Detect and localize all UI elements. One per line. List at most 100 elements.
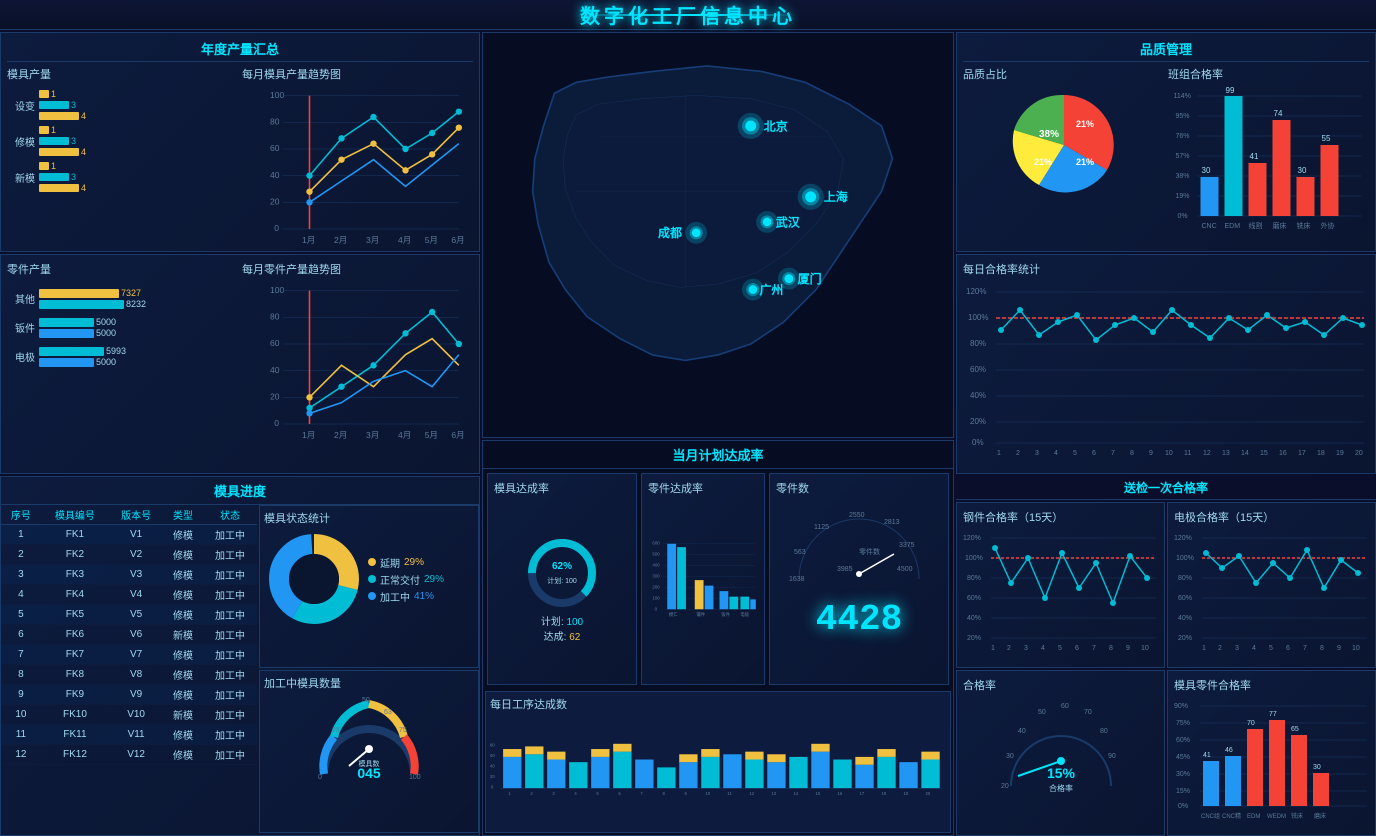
svg-text:100%: 100% [965,555,983,562]
svg-text:8: 8 [1130,450,1134,457]
svg-text:30%: 30% [1176,771,1190,778]
svg-text:10: 10 [1352,645,1360,652]
td-status: 加工中 [203,545,257,565]
svg-text:7: 7 [640,791,643,796]
td-seq: 1 [1,525,41,545]
mold-table: 序号 模具编号 版本号 类型 状态 1 FK1 V1 修模 加工中 [1,505,257,765]
part-rate-card: 零件达成率 600 500 400 300 200 100 0 [641,473,765,685]
svg-text:40%: 40% [1178,615,1192,622]
th-ver: 版本号 [109,505,163,525]
svg-text:5: 5 [1058,645,1062,652]
svg-text:12: 12 [749,791,754,796]
svg-text:零件数: 零件数 [859,547,880,556]
svg-text:5: 5 [596,791,599,796]
svg-text:21%: 21% [1034,157,1052,167]
svg-text:63: 63 [384,709,392,716]
annual-summary-title: 年度产量汇总 [7,39,473,62]
svg-text:电极: 电极 [740,611,749,618]
td-id: FK12 [41,745,109,765]
td-type: 修模 [163,685,203,705]
svg-text:9: 9 [1126,645,1130,652]
completion-grid: 模具达成率 62% 计划: 100 计划: 100 达成: 62 [483,469,953,689]
th-seq: 序号 [1,505,41,525]
mold-bar-row-3: 新模 1 3 [7,161,238,193]
mold-state-chart: 模具状态统计 [259,505,479,668]
steel-rate-card: 钢件合格率（15天） 120% 100% 80% 60% 40% 20% [956,502,1165,668]
svg-text:120%: 120% [1174,535,1192,542]
part-rate-svg: 600 500 400 300 200 100 0 [648,499,758,664]
overall-rate-title: 合格率 [963,677,1158,693]
td-id: FK4 [41,585,109,605]
wip-label: 加工中 [380,589,410,604]
svg-text:30: 30 [1202,166,1211,175]
part-trend-svg: 100 80 60 40 20 0 [242,280,473,440]
table-row: 4 FK4 V4 修模 加工中 [1,585,257,605]
svg-text:0: 0 [274,418,279,428]
mold-trend-svg: 100 80 60 40 20 0 [242,85,473,245]
svg-text:3: 3 [552,791,555,796]
wip-gauge-card: 加工中模具数量 [259,670,479,833]
svg-text:20: 20 [926,791,931,796]
svg-text:100: 100 [652,595,660,600]
svg-text:65: 65 [1291,726,1299,733]
svg-text:6: 6 [1286,645,1290,652]
svg-text:57%: 57% [1176,153,1190,160]
map-section: 北京 上海 武汉 成都 [482,32,954,438]
svg-text:60: 60 [270,338,280,348]
mold-qty-section: 模具产量 设变 1 [7,66,238,250]
svg-text:EDM: EDM [1247,814,1260,820]
mold-qty-title: 模具产量 [7,66,238,82]
daily-completion-title: 每日工序达成数 [490,696,946,712]
svg-text:045: 045 [357,765,381,781]
svg-text:55: 55 [1322,134,1331,143]
td-id: FK10 [41,705,109,725]
svg-text:100%: 100% [968,313,988,322]
svg-text:0: 0 [655,606,658,611]
svg-text:10: 10 [1141,645,1149,652]
svg-text:40: 40 [1018,728,1026,735]
part-label-2: 钣件 [7,320,35,335]
svg-text:1: 1 [991,645,995,652]
svg-text:镶件: 镶件 [696,611,705,618]
svg-text:0: 0 [274,223,279,233]
td-type: 修模 [163,545,203,565]
td-id: FK11 [41,725,109,745]
svg-text:4500: 4500 [897,566,913,573]
svg-text:5: 5 [1269,645,1273,652]
svg-text:563: 563 [794,549,806,556]
td-id: FK3 [41,565,109,585]
svg-text:80%: 80% [967,575,981,582]
part-bar-2: 钣件 5000 5000 [7,317,238,338]
td-status: 加工中 [203,745,257,765]
mold-table-body: 1 FK1 V1 修模 加工中 2 FK2 V2 修模 加工中 3 FK3 V3… [1,525,257,765]
svg-text:2: 2 [530,791,533,796]
svg-text:80%: 80% [1178,575,1192,582]
svg-text:20: 20 [490,774,495,779]
electrode-rate-card: 电极合格率（15天） 120% 100% 80% 60% 40% 20% [1167,502,1376,668]
svg-text:7: 7 [1092,645,1096,652]
td-id: FK8 [41,665,109,685]
svg-text:厦门: 厦门 [798,271,822,286]
normal-label: 正常交付 [380,572,420,587]
svg-text:7: 7 [1303,645,1307,652]
mold-state-donut: 延期 29% 正常交付 29% 加工中 [264,529,474,629]
legend-wip: 加工中 41% [368,589,444,604]
mold-progress-title: 模具进度 [1,477,479,505]
td-ver: V6 [109,625,163,645]
td-id: FK6 [41,625,109,645]
daily-rate-card: 每日合格率统计 120% 100% 80% 60% 40% 20% 0% [956,254,1376,474]
td-type: 修模 [163,565,203,585]
table-row: 1 FK1 V1 修模 加工中 [1,525,257,545]
bar-label-2: 修模 [7,134,35,149]
td-seq: 5 [1,605,41,625]
td-status: 加工中 [203,525,257,545]
quality-card: 品质管理 品质占比 [956,32,1376,252]
svg-text:19%: 19% [1176,193,1190,200]
svg-text:WEDM: WEDM [1267,814,1286,820]
part-gauge-svg: 1638 563 1125 2550 2813 3375 4500 零件数 39… [779,499,939,599]
part-count-display: 1638 563 1125 2550 2813 3375 4500 零件数 39… [776,499,942,640]
mold-rate-svg: 62% 计划: 100 [522,533,602,613]
svg-text:17: 17 [860,791,865,796]
mold-rate-card: 模具达成率 62% 计划: 100 计划: 100 达成: 62 [487,473,637,685]
td-seq: 12 [1,745,41,765]
